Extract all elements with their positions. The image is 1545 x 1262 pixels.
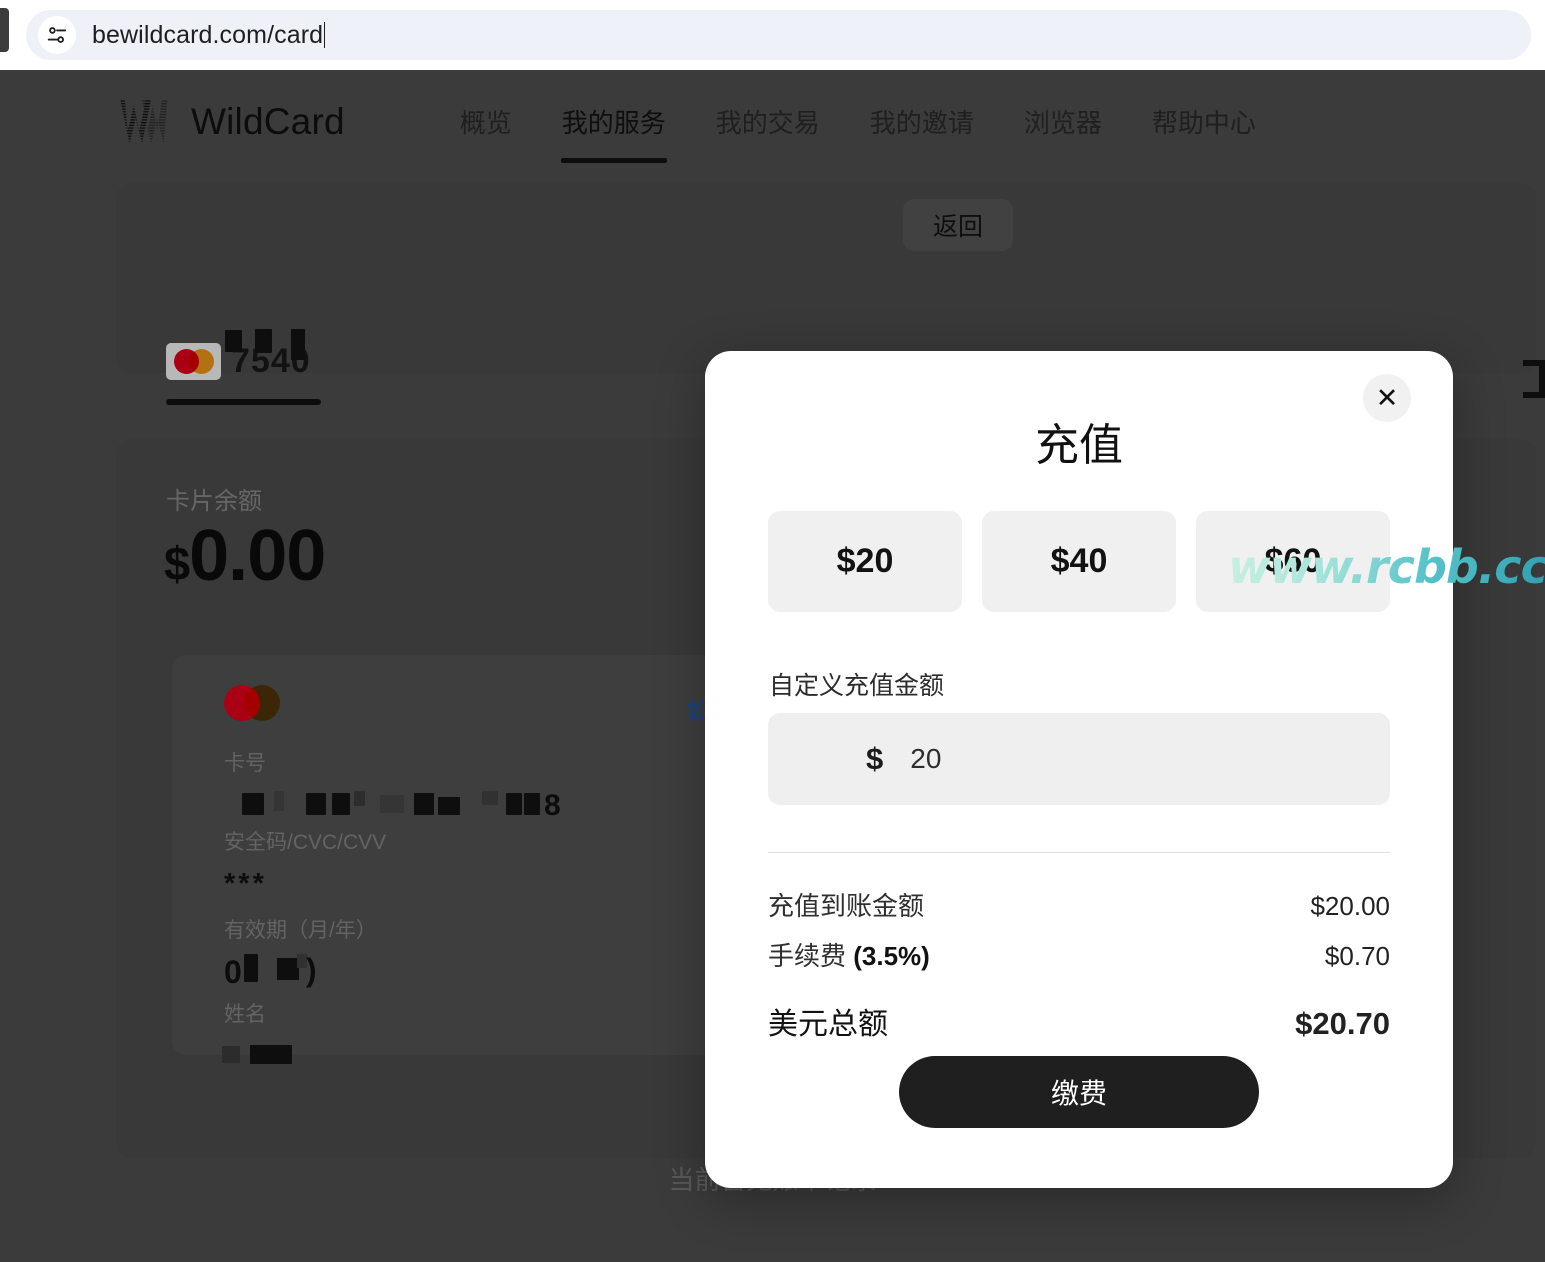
- pay-button[interactable]: 缴费: [899, 1056, 1259, 1128]
- summary-row-credited: 充值到账金额 $20.00: [768, 886, 1390, 923]
- custom-amount-input[interactable]: $ 20: [768, 713, 1390, 805]
- summary-row-fee: 手续费 (3.5%) $0.70: [768, 936, 1390, 973]
- watermark: www.rcbb.cc: [1228, 540, 1545, 594]
- preset-amount-20-button[interactable]: $20: [768, 511, 962, 612]
- custom-amount-label: 自定义充值金额: [769, 672, 945, 700]
- browser-toolbar: bewildcard.com/card: [0, 0, 1545, 70]
- summary-row-total: 美元总额 $20.70: [768, 999, 1390, 1043]
- modal-divider: [768, 852, 1390, 853]
- text-caret: [324, 21, 326, 48]
- summary-value-credited: $20.00: [1310, 891, 1390, 921]
- amount-input-value: 20: [910, 743, 942, 774]
- fee-percent: (3.5%): [853, 941, 930, 971]
- currency-symbol: $: [866, 741, 884, 776]
- tune-icon[interactable]: [38, 16, 76, 54]
- summary-label-total: 美元总额: [768, 1008, 888, 1041]
- modal-title: 充值: [1035, 421, 1123, 470]
- address-bar[interactable]: bewildcard.com/card: [26, 10, 1531, 60]
- fee-label-text: 手续费: [768, 941, 854, 971]
- summary-label-credited: 充值到账金额: [768, 891, 925, 921]
- url-text: bewildcard.com/card: [92, 20, 326, 49]
- screenshot-root: bewildcard.com/card 返回 WildCard 概览 我的服务 …: [0, 0, 1545, 1262]
- preset-amount-40-button[interactable]: $40: [982, 511, 1176, 612]
- summary-list: 充值到账金额 $20.00 手续费 (3.5%) $0.70 美元总额 $20.…: [768, 886, 1390, 1056]
- summary-value-fee: $0.70: [1324, 941, 1390, 971]
- tab-strip-edge: [0, 8, 9, 52]
- summary-label-fee: 手续费 (3.5%): [768, 936, 930, 973]
- summary-value-total: $20.70: [1295, 1006, 1390, 1041]
- topup-modal: ✕ 充值 $20 $40 $60 自定义充值金额 $ 20 充值到账金额 $20…: [705, 351, 1453, 1188]
